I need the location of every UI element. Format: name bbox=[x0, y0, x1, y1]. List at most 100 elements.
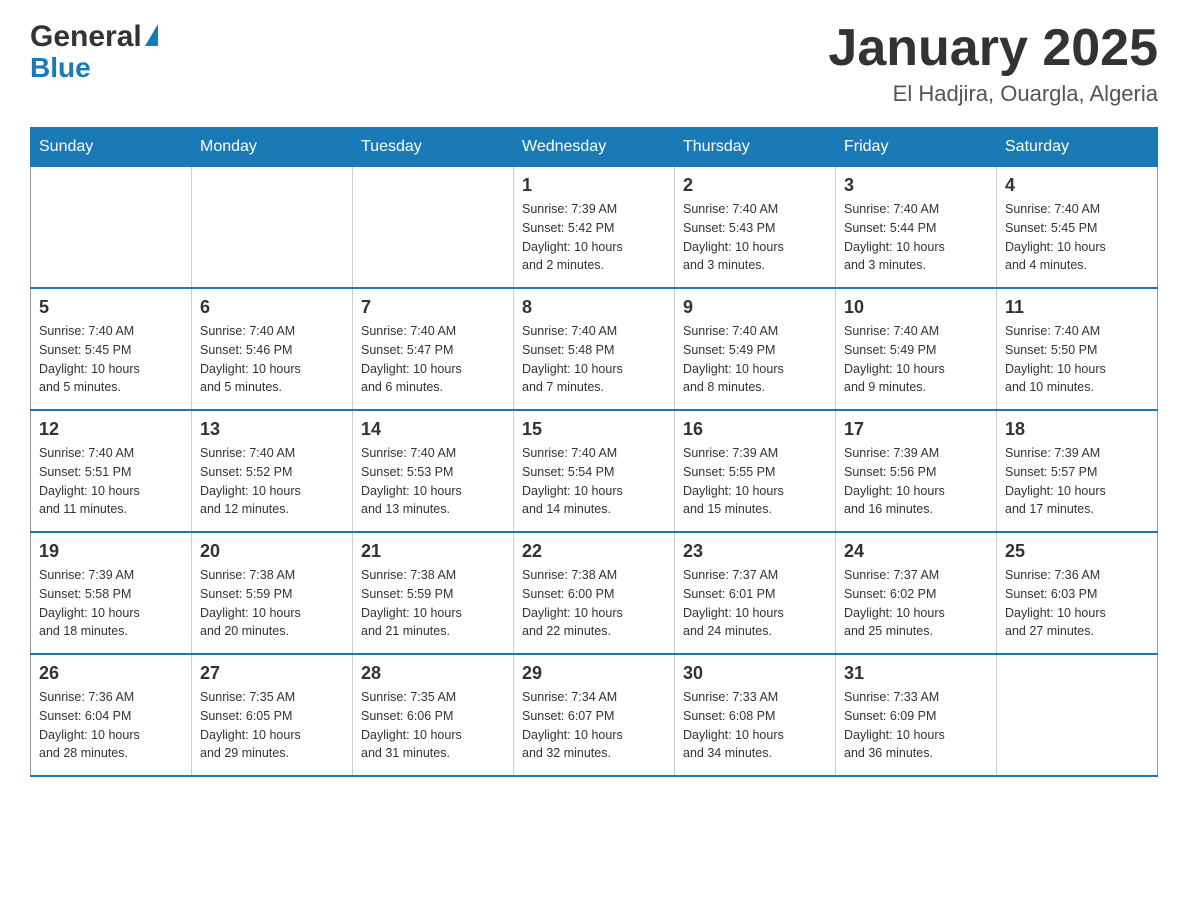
day-number: 23 bbox=[683, 541, 827, 562]
day-info: Sunrise: 7:39 AM Sunset: 5:58 PM Dayligh… bbox=[39, 566, 183, 641]
col-sunday: Sunday bbox=[31, 128, 192, 167]
day-info: Sunrise: 7:39 AM Sunset: 5:57 PM Dayligh… bbox=[1005, 444, 1149, 519]
day-info: Sunrise: 7:40 AM Sunset: 5:49 PM Dayligh… bbox=[844, 322, 988, 397]
table-row: 2 Sunrise: 7:40 AM Sunset: 5:43 PM Daylig… bbox=[675, 167, 836, 289]
table-row: 22 Sunrise: 7:38 AM Sunset: 6:00 PM Dayli… bbox=[514, 532, 675, 654]
day-number: 13 bbox=[200, 419, 344, 440]
day-number: 29 bbox=[522, 663, 666, 684]
day-info: Sunrise: 7:36 AM Sunset: 6:04 PM Dayligh… bbox=[39, 688, 183, 763]
day-number: 7 bbox=[361, 297, 505, 318]
table-row: 8 Sunrise: 7:40 AM Sunset: 5:48 PM Daylig… bbox=[514, 288, 675, 410]
day-number: 21 bbox=[361, 541, 505, 562]
day-info: Sunrise: 7:40 AM Sunset: 5:50 PM Dayligh… bbox=[1005, 322, 1149, 397]
table-row bbox=[353, 167, 514, 289]
col-saturday: Saturday bbox=[997, 128, 1158, 167]
day-number: 12 bbox=[39, 419, 183, 440]
day-number: 24 bbox=[844, 541, 988, 562]
day-info: Sunrise: 7:37 AM Sunset: 6:01 PM Dayligh… bbox=[683, 566, 827, 641]
calendar-week-row: 26Sunrise: 7:36 AM Sunset: 6:04 PM Dayli… bbox=[31, 654, 1158, 776]
page-header: General Blue January 2025 El Hadjira, Ou… bbox=[30, 20, 1158, 107]
col-friday: Friday bbox=[836, 128, 997, 167]
day-number: 8 bbox=[522, 297, 666, 318]
day-number: 11 bbox=[1005, 297, 1149, 318]
day-info: Sunrise: 7:39 AM Sunset: 5:56 PM Dayligh… bbox=[844, 444, 988, 519]
day-info: Sunrise: 7:38 AM Sunset: 5:59 PM Dayligh… bbox=[200, 566, 344, 641]
day-info: Sunrise: 7:35 AM Sunset: 6:05 PM Dayligh… bbox=[200, 688, 344, 763]
day-number: 2 bbox=[683, 175, 827, 196]
day-info: Sunrise: 7:33 AM Sunset: 6:09 PM Dayligh… bbox=[844, 688, 988, 763]
day-info: Sunrise: 7:40 AM Sunset: 5:46 PM Dayligh… bbox=[200, 322, 344, 397]
day-number: 16 bbox=[683, 419, 827, 440]
day-number: 27 bbox=[200, 663, 344, 684]
logo-blue-text: Blue bbox=[30, 52, 91, 83]
month-title: January 2025 bbox=[828, 20, 1158, 77]
table-row: 12 Sunrise: 7:40 AM Sunset: 5:51 PM Dayli… bbox=[31, 410, 192, 532]
day-number: 30 bbox=[683, 663, 827, 684]
table-row: 5Sunrise: 7:40 AM Sunset: 5:45 PM Daylig… bbox=[31, 288, 192, 410]
day-number: 3 bbox=[844, 175, 988, 196]
calendar-week-row: 5Sunrise: 7:40 AM Sunset: 5:45 PM Daylig… bbox=[31, 288, 1158, 410]
col-monday: Monday bbox=[192, 128, 353, 167]
table-row bbox=[192, 167, 353, 289]
calendar-table: Sunday Monday Tuesday Wednesday Thursday… bbox=[30, 127, 1158, 777]
table-row: 27 Sunrise: 7:35 AM Sunset: 6:05 PM Dayli… bbox=[192, 654, 353, 776]
table-row: 14Sunrise: 7:40 AM Sunset: 5:53 PM Dayli… bbox=[353, 410, 514, 532]
table-row: 28Sunrise: 7:35 AM Sunset: 6:06 PM Dayli… bbox=[353, 654, 514, 776]
day-info: Sunrise: 7:40 AM Sunset: 5:47 PM Dayligh… bbox=[361, 322, 505, 397]
day-info: Sunrise: 7:40 AM Sunset: 5:45 PM Dayligh… bbox=[1005, 200, 1149, 275]
day-info: Sunrise: 7:40 AM Sunset: 5:44 PM Dayligh… bbox=[844, 200, 988, 275]
table-row bbox=[997, 654, 1158, 776]
day-number: 20 bbox=[200, 541, 344, 562]
table-row: 3 Sunrise: 7:40 AM Sunset: 5:44 PM Daylig… bbox=[836, 167, 997, 289]
table-row: 4 Sunrise: 7:40 AM Sunset: 5:45 PM Daylig… bbox=[997, 167, 1158, 289]
table-row: 29 Sunrise: 7:34 AM Sunset: 6:07 PM Dayli… bbox=[514, 654, 675, 776]
day-info: Sunrise: 7:40 AM Sunset: 5:43 PM Dayligh… bbox=[683, 200, 827, 275]
table-row: 6 Sunrise: 7:40 AM Sunset: 5:46 PM Daylig… bbox=[192, 288, 353, 410]
table-row: 24Sunrise: 7:37 AM Sunset: 6:02 PM Dayli… bbox=[836, 532, 997, 654]
calendar-week-row: 19Sunrise: 7:39 AM Sunset: 5:58 PM Dayli… bbox=[31, 532, 1158, 654]
day-info: Sunrise: 7:34 AM Sunset: 6:07 PM Dayligh… bbox=[522, 688, 666, 763]
day-number: 28 bbox=[361, 663, 505, 684]
table-row: 1 Sunrise: 7:39 AM Sunset: 5:42 PM Daylig… bbox=[514, 167, 675, 289]
day-number: 18 bbox=[1005, 419, 1149, 440]
table-row: 15 Sunrise: 7:40 AM Sunset: 5:54 PM Dayli… bbox=[514, 410, 675, 532]
table-row bbox=[31, 167, 192, 289]
location-title: El Hadjira, Ouargla, Algeria bbox=[828, 81, 1158, 107]
table-row: 13 Sunrise: 7:40 AM Sunset: 5:52 PM Dayli… bbox=[192, 410, 353, 532]
day-info: Sunrise: 7:40 AM Sunset: 5:51 PM Dayligh… bbox=[39, 444, 183, 519]
day-info: Sunrise: 7:39 AM Sunset: 5:42 PM Dayligh… bbox=[522, 200, 666, 275]
table-row: 23 Sunrise: 7:37 AM Sunset: 6:01 PM Dayli… bbox=[675, 532, 836, 654]
day-info: Sunrise: 7:40 AM Sunset: 5:45 PM Dayligh… bbox=[39, 322, 183, 397]
table-row: 20 Sunrise: 7:38 AM Sunset: 5:59 PM Dayli… bbox=[192, 532, 353, 654]
day-info: Sunrise: 7:33 AM Sunset: 6:08 PM Dayligh… bbox=[683, 688, 827, 763]
col-wednesday: Wednesday bbox=[514, 128, 675, 167]
table-row: 19Sunrise: 7:39 AM Sunset: 5:58 PM Dayli… bbox=[31, 532, 192, 654]
calendar-header-row: Sunday Monday Tuesday Wednesday Thursday… bbox=[31, 128, 1158, 167]
day-number: 31 bbox=[844, 663, 988, 684]
day-info: Sunrise: 7:40 AM Sunset: 5:54 PM Dayligh… bbox=[522, 444, 666, 519]
table-row: 25Sunrise: 7:36 AM Sunset: 6:03 PM Dayli… bbox=[997, 532, 1158, 654]
day-number: 1 bbox=[522, 175, 666, 196]
day-number: 17 bbox=[844, 419, 988, 440]
title-area: January 2025 El Hadjira, Ouargla, Algeri… bbox=[828, 20, 1158, 107]
table-row: 21 Sunrise: 7:38 AM Sunset: 5:59 PM Dayli… bbox=[353, 532, 514, 654]
logo: General Blue bbox=[30, 20, 158, 82]
day-info: Sunrise: 7:40 AM Sunset: 5:53 PM Dayligh… bbox=[361, 444, 505, 519]
day-info: Sunrise: 7:40 AM Sunset: 5:52 PM Dayligh… bbox=[200, 444, 344, 519]
calendar-week-row: 12 Sunrise: 7:40 AM Sunset: 5:51 PM Dayli… bbox=[31, 410, 1158, 532]
table-row: 26Sunrise: 7:36 AM Sunset: 6:04 PM Dayli… bbox=[31, 654, 192, 776]
logo-triangle-icon bbox=[145, 24, 158, 46]
day-info: Sunrise: 7:38 AM Sunset: 6:00 PM Dayligh… bbox=[522, 566, 666, 641]
day-number: 6 bbox=[200, 297, 344, 318]
day-number: 15 bbox=[522, 419, 666, 440]
col-thursday: Thursday bbox=[675, 128, 836, 167]
day-info: Sunrise: 7:38 AM Sunset: 5:59 PM Dayligh… bbox=[361, 566, 505, 641]
day-info: Sunrise: 7:40 AM Sunset: 5:48 PM Dayligh… bbox=[522, 322, 666, 397]
day-info: Sunrise: 7:36 AM Sunset: 6:03 PM Dayligh… bbox=[1005, 566, 1149, 641]
day-number: 22 bbox=[522, 541, 666, 562]
day-number: 10 bbox=[844, 297, 988, 318]
day-info: Sunrise: 7:40 AM Sunset: 5:49 PM Dayligh… bbox=[683, 322, 827, 397]
table-row: 17 Sunrise: 7:39 AM Sunset: 5:56 PM Dayli… bbox=[836, 410, 997, 532]
day-number: 4 bbox=[1005, 175, 1149, 196]
table-row: 30 Sunrise: 7:33 AM Sunset: 6:08 PM Dayli… bbox=[675, 654, 836, 776]
